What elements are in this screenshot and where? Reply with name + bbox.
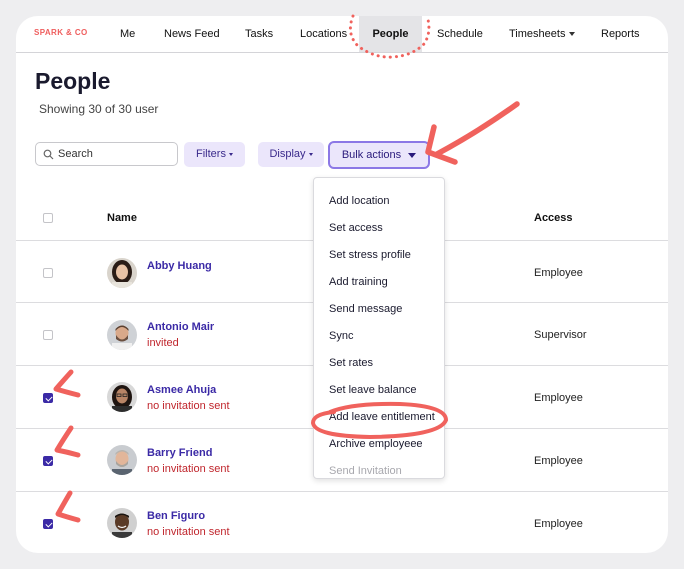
people-tab-highlight xyxy=(348,14,431,59)
add-leave-entitlement-highlight xyxy=(310,401,449,440)
annotation-overlay xyxy=(53,14,520,523)
selected-row-mark xyxy=(53,369,81,398)
selected-row-mark xyxy=(54,425,81,458)
arrow-to-bulk-actions xyxy=(434,101,520,157)
selected-row-mark xyxy=(55,490,81,523)
